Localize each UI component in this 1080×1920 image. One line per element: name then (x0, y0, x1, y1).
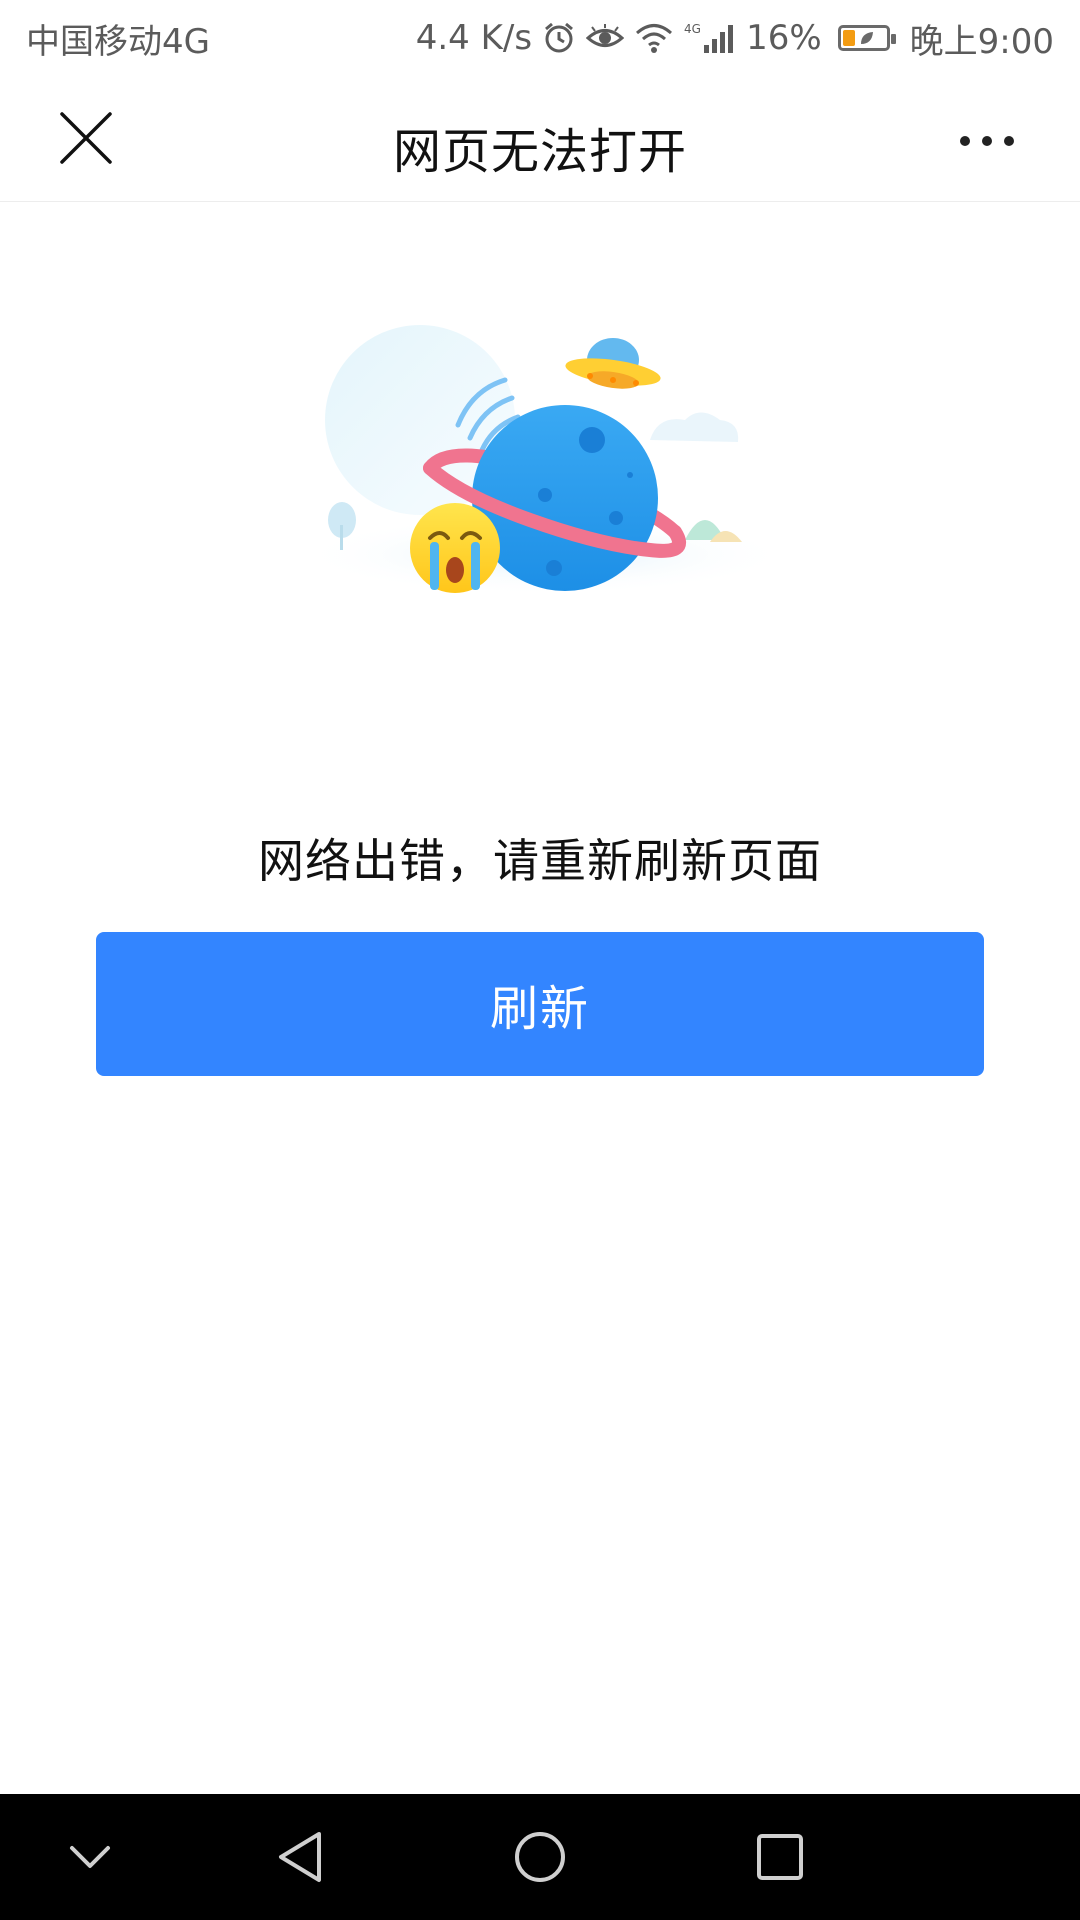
more-icon-dot (960, 136, 970, 146)
battery-icon (837, 25, 896, 51)
clock: 晚上9:00 (909, 21, 1054, 62)
more-button[interactable] (942, 116, 1032, 166)
chevron-down-icon (70, 1846, 110, 1868)
signal-icon: 4G (684, 21, 736, 55)
home-icon (515, 1832, 565, 1882)
error-illustration (280, 320, 800, 620)
title-bar: 网页无法打开 (0, 76, 1080, 202)
eye-icon (586, 23, 625, 53)
net-speed: 4.4 K/s (415, 18, 533, 58)
error-message: 网络出错，请重新刷新页面 (258, 834, 822, 888)
home-button[interactable] (505, 1822, 575, 1892)
more-icon-dot (982, 136, 992, 146)
status-bar: 中国移动4G 4.4 K/s 4G 16% 晚上9:00 (0, 0, 1080, 76)
refresh-button[interactable]: 刷新 (96, 932, 984, 1076)
page-title: 网页无法打开 (392, 124, 687, 180)
navigation-bar (0, 1794, 1080, 1920)
back-icon (279, 1832, 321, 1882)
battery-percent: 16% (746, 18, 822, 58)
alarm-icon (542, 21, 576, 55)
svg-text:4G: 4G (684, 22, 701, 36)
wifi-icon (634, 22, 674, 54)
carrier-label: 中国移动4G (26, 21, 210, 62)
recents-button[interactable] (745, 1822, 815, 1892)
back-button[interactable] (265, 1822, 335, 1892)
recents-icon (757, 1834, 803, 1880)
more-icon-dot (1004, 136, 1014, 146)
hide-keyboard-button[interactable] (55, 1822, 125, 1892)
